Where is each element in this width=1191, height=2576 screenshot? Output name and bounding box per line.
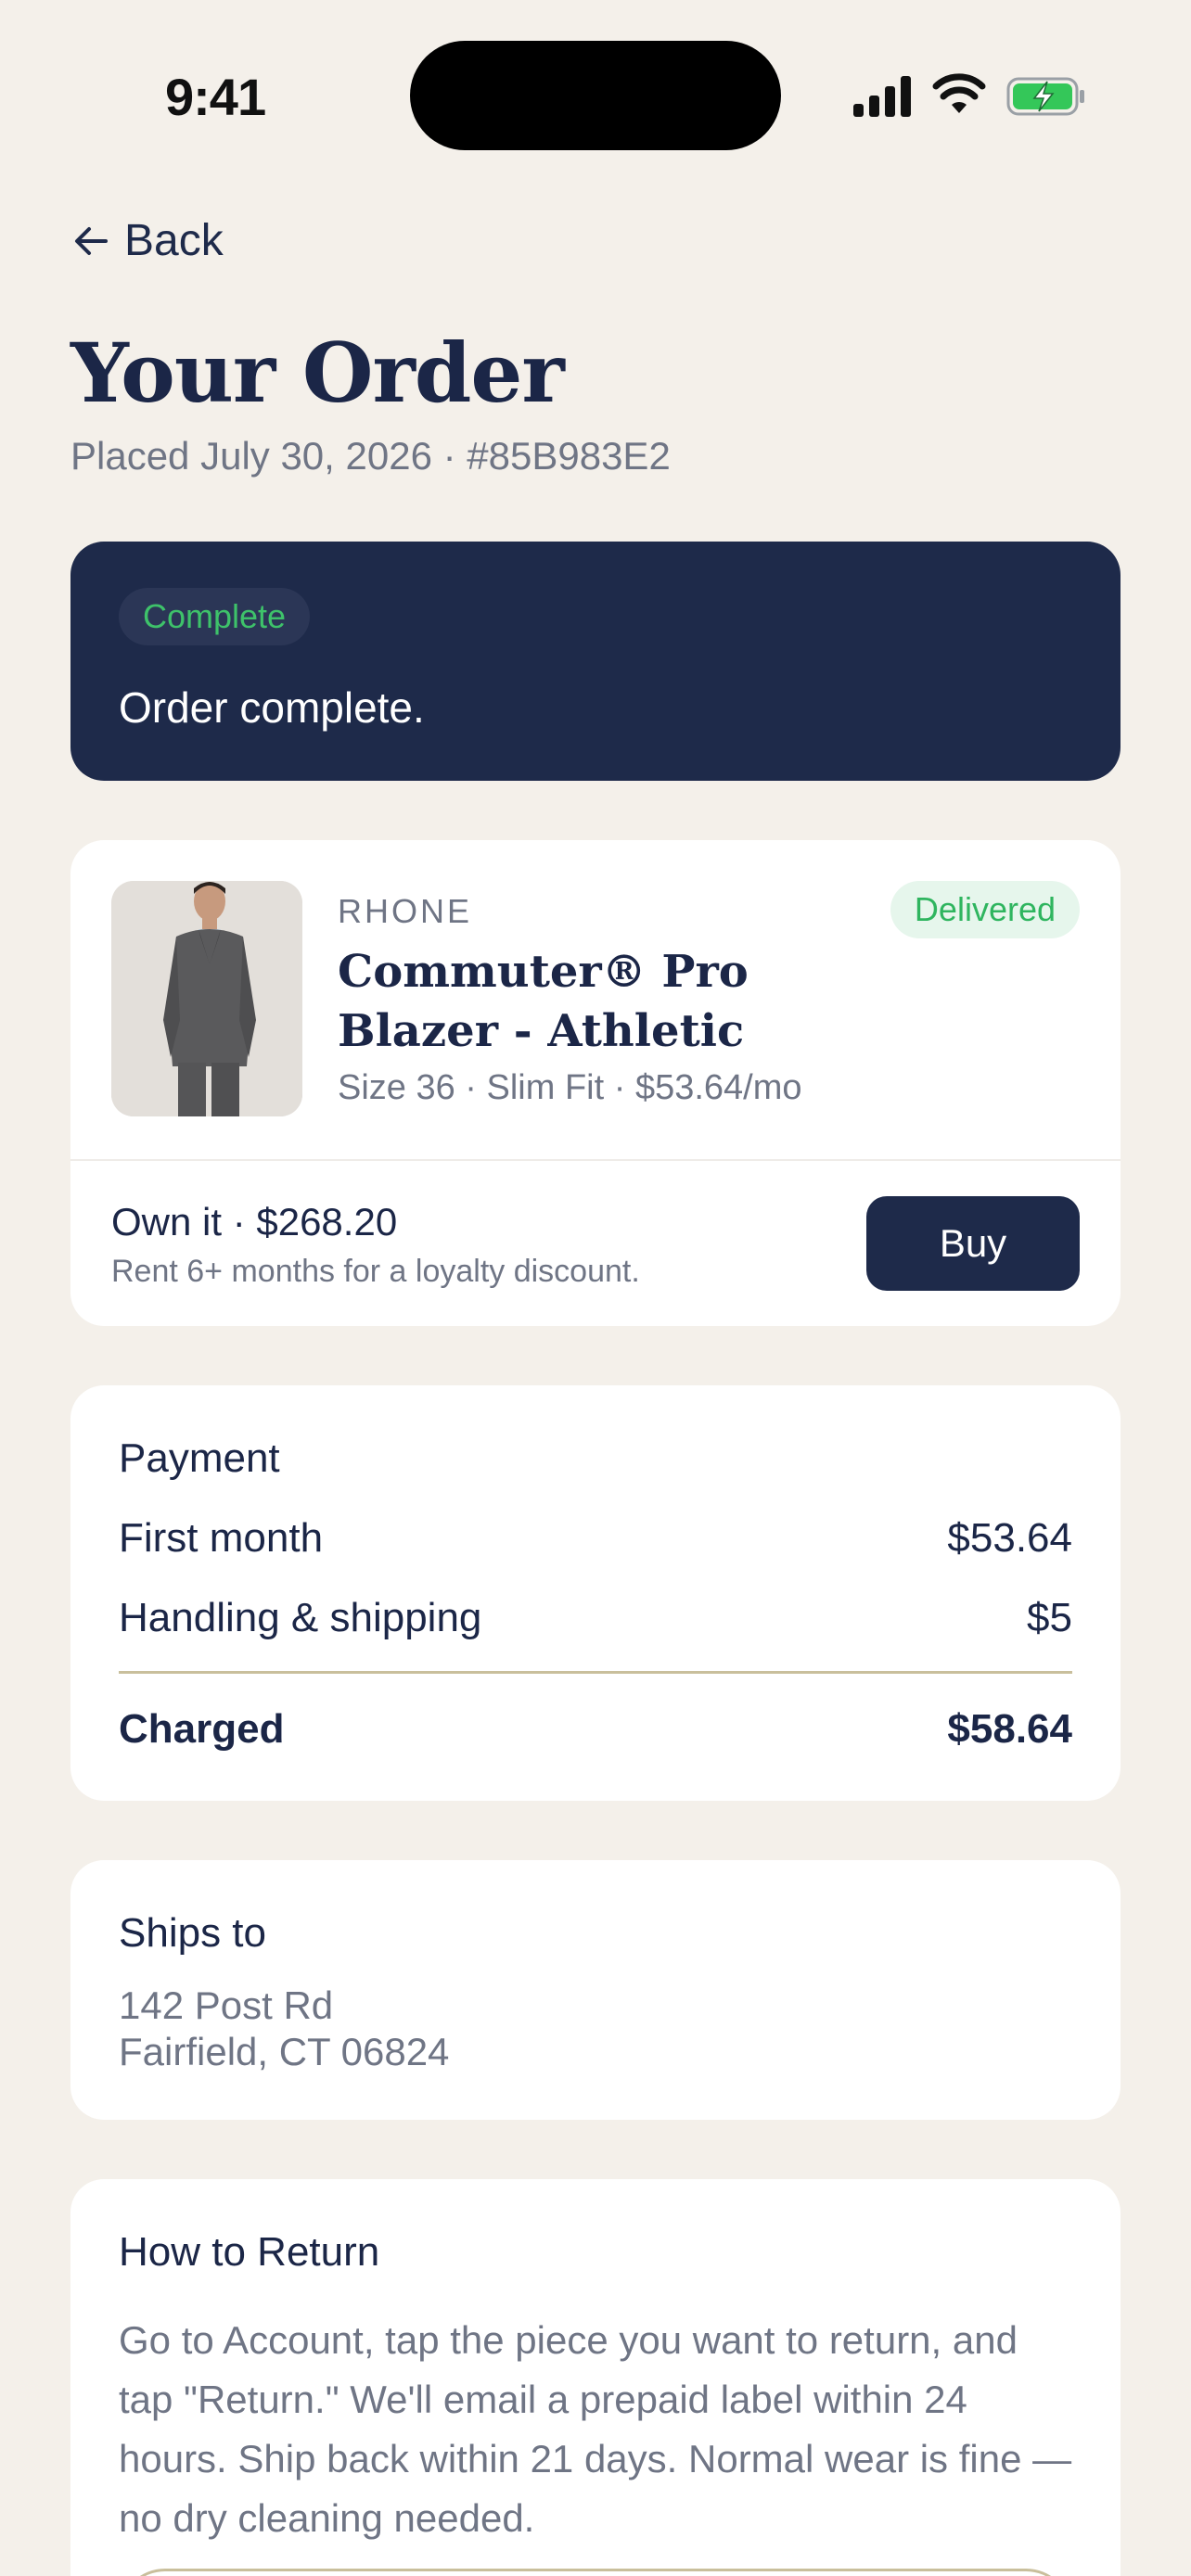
return-card: How to Return Go to Account, tap the pie… [70, 2179, 1121, 2576]
order-screen: 9:41 Back Your Order Placed July 30, 202… [0, 0, 1191, 2576]
payment-card: Payment First month $53.64 Handling & sh… [70, 1385, 1121, 1801]
payment-row: First month $53.64 [119, 1515, 1072, 1562]
product-name: Commuter® Pro Blazer - Athletic [338, 946, 749, 1057]
return-heading: How to Return [119, 2229, 380, 2275]
product-brand: RHONE [338, 892, 473, 930]
arrow-left-icon [75, 226, 108, 255]
buy-button[interactable]: Buy [866, 1196, 1080, 1291]
payment-divider [119, 1671, 1072, 1674]
loyalty-note: Rent 6+ months for a loyalty discount. [111, 1254, 640, 1289]
payment-heading: Payment [119, 1435, 280, 1481]
order-status-banner: Complete Order complete. [70, 542, 1121, 781]
shipping-heading: Ships to [119, 1910, 266, 1956]
battery-charging-icon [1006, 77, 1084, 116]
payment-row-label: First month [119, 1515, 324, 1561]
shipping-card: Ships to 142 Post Rd Fairfield, CT 06824 [70, 1860, 1121, 2120]
shipping-address: 142 Post Rd Fairfield, CT 06824 [119, 1983, 449, 2075]
payment-row-value: $53.64 [947, 1515, 1072, 1561]
product-meta: Size 36 · Slim Fit · $53.64/mo [338, 1068, 802, 1107]
payment-row-value: $5 [1027, 1595, 1072, 1640]
page-title: Your Order [70, 325, 565, 421]
payment-row: Handling & shipping $5 [119, 1595, 1072, 1641]
own-it-price: Own it · $268.20 [111, 1200, 398, 1243]
total-value: $58.64 [947, 1706, 1072, 1752]
product-card[interactable]: RHONE Delivered Commuter® Pro Blazer - A… [70, 840, 1121, 1326]
back-label: Back [124, 216, 224, 265]
status-time: 9:41 [165, 68, 266, 126]
dynamic-island [410, 41, 781, 150]
total-label: Charged [119, 1706, 285, 1752]
delivery-status-badge: Delivered [890, 881, 1080, 938]
payment-total-row: Charged $58.64 [119, 1706, 1072, 1753]
address-line-2: Fairfield, CT 06824 [119, 2030, 450, 2073]
payment-row-label: Handling & shipping [119, 1595, 482, 1640]
return-instructions: Go to Account, tap the piece you want to… [119, 2318, 1072, 2540]
order-subtitle: Placed July 30, 2026 · #85B983E2 [70, 434, 671, 478]
divider [70, 1159, 1121, 1161]
address-line-1: 142 Post Rd [119, 1983, 334, 2027]
back-button[interactable]: Back [70, 215, 224, 266]
status-message: Order complete. [119, 683, 425, 732]
product-image [111, 881, 302, 1116]
return-action-button[interactable] [119, 2569, 1072, 2576]
wifi-icon [932, 73, 986, 113]
signal-icon [853, 76, 911, 117]
status-chip: Complete [119, 588, 311, 645]
